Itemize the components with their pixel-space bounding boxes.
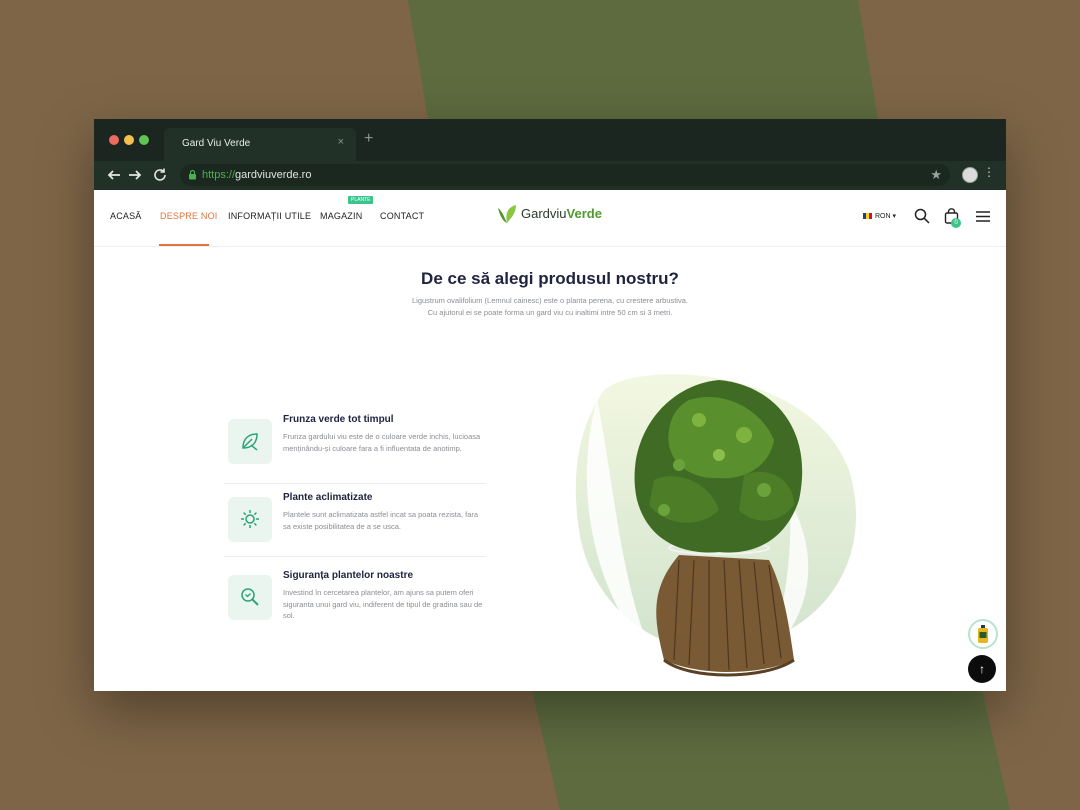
currency-label: RON — [875, 213, 891, 220]
feature-icon-box — [228, 575, 272, 620]
feature-divider — [224, 483, 486, 484]
minimize-window-button[interactable] — [124, 135, 134, 145]
browser-tab-strip: Gard Viu Verde × + — [94, 119, 1006, 161]
search-icon[interactable] — [914, 208, 930, 224]
nav-informatii-utile[interactable]: INFORMAȚII UTILE — [228, 211, 311, 221]
address-bar[interactable]: https://gardviuverde.ro ★ — [180, 164, 950, 186]
scroll-to-top-button[interactable]: ↑ — [968, 655, 996, 683]
website: ACASĂ DESPRE NOI INFORMAȚII UTILE MAGAZI… — [94, 190, 1006, 691]
section-subtitle-line: Cu ajutorul ei se poate forma un gard vi… — [427, 308, 673, 317]
feature-divider — [224, 556, 486, 557]
site-logo[interactable]: GardviuVerde — [495, 201, 607, 227]
maximize-window-button[interactable] — [139, 135, 149, 145]
nav-despre-noi[interactable]: DESPRE NOI — [160, 211, 218, 221]
browser-menu-icon[interactable]: ⋮ — [983, 166, 995, 178]
close-window-button[interactable] — [109, 135, 119, 145]
hamburger-menu-icon[interactable] — [976, 211, 990, 222]
nav-badge: PLANTE — [348, 196, 374, 204]
product-bottle-icon — [978, 625, 988, 643]
feature-title: Siguranța plantelor noastre — [283, 570, 414, 581]
cart-count-badge: 0 — [951, 218, 961, 228]
tab-title: Gard Viu Verde — [182, 138, 251, 149]
feature-title: Frunza verde tot timpul — [283, 414, 394, 425]
nav-magazin[interactable]: MAGAZIN — [320, 211, 362, 221]
bookmark-star-icon[interactable]: ★ — [930, 167, 942, 183]
chevron-down-icon: ▾ — [890, 213, 897, 220]
new-tab-button[interactable]: + — [364, 131, 373, 147]
section-title: De ce să alegi produsul nostru? — [421, 269, 679, 288]
nav-contact[interactable]: CONTACT — [380, 211, 424, 221]
feature-title: Plante aclimatizate — [283, 492, 373, 503]
url-text: https://gardviuverde.ro — [202, 169, 311, 181]
logo-text-gardviu: Gardviu — [521, 206, 567, 221]
magnifier-icon — [241, 588, 259, 606]
browser-window: Gard Viu Verde × + https://gardviuverde.… — [94, 119, 1006, 691]
plant-product-image — [575, 374, 857, 677]
profile-avatar[interactable] — [962, 167, 978, 183]
url-scheme: https:// — [202, 169, 236, 181]
browser-tab[interactable]: Gard Viu Verde × — [164, 128, 356, 161]
site-header: ACASĂ DESPRE NOI INFORMAȚII UTILE MAGAZI… — [94, 190, 1006, 247]
nav-acasa[interactable]: ACASĂ — [110, 211, 142, 221]
feature-icon-box — [228, 419, 272, 464]
lock-icon — [189, 169, 196, 180]
reload-icon[interactable] — [152, 167, 168, 183]
leaf-logo-icon — [498, 205, 516, 223]
feature-text: Plantele sunt aclimatizata astfel incat … — [283, 510, 479, 531]
arrow-up-icon: ↑ — [979, 662, 985, 676]
back-arrow-icon[interactable] — [106, 167, 122, 183]
chat-widget-button[interactable] — [968, 619, 998, 649]
forward-arrow-icon[interactable] — [127, 167, 143, 183]
section-subtitle-line: Ligustrum ovalifolium (Lemnul cainesc) e… — [412, 296, 688, 305]
tab-close-icon[interactable]: × — [338, 136, 344, 148]
browser-toolbar: https://gardviuverde.ro ★ ⋮ — [94, 161, 1006, 190]
feature-icon-box — [228, 497, 272, 542]
url-host: gardviuverde.ro — [235, 169, 312, 181]
logo-text: GardviuVerde — [521, 206, 602, 221]
romania-flag-icon — [863, 213, 872, 220]
leaf-icon — [242, 433, 258, 451]
active-nav-indicator — [159, 244, 209, 246]
currency-selector[interactable]: RON ▾ — [863, 212, 896, 220]
feature-text: Frunza gardului viu este de o culoare ve… — [283, 432, 481, 453]
feature-text: Investind în cercetarea plantelor, am aj… — [283, 588, 483, 620]
logo-text-verde: Verde — [566, 206, 602, 221]
sun-icon — [241, 510, 259, 528]
section-subtitle: Ligustrum ovalifolium (Lemnul cainesc) e… — [350, 295, 750, 319]
